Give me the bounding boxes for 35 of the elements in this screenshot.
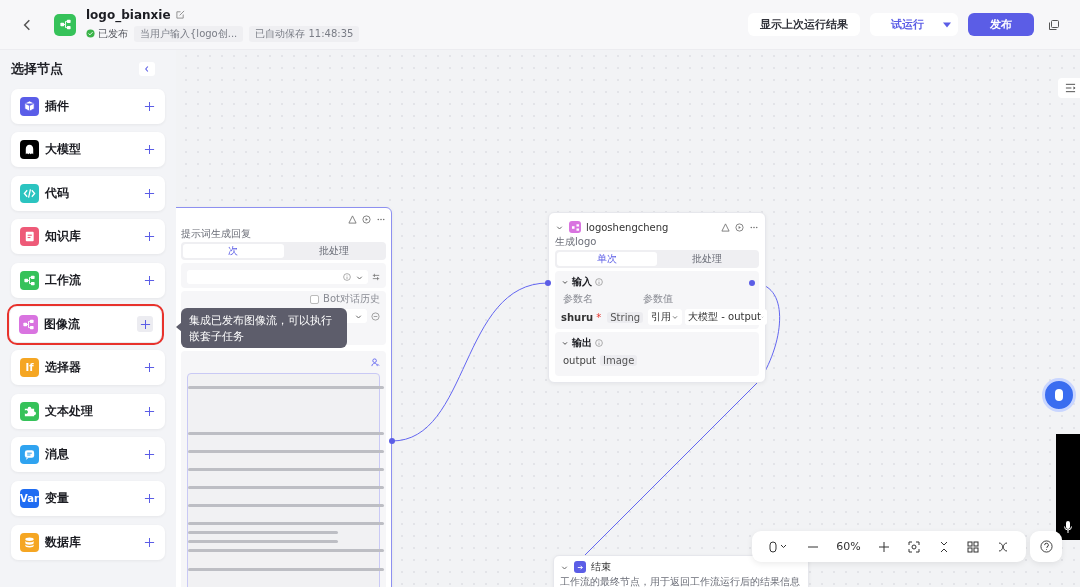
param-name: shuru [561,311,594,323]
node-description: 提示词生成回复 [181,228,252,240]
node-title: 结束 [591,560,612,574]
column-header: 参数值 [643,292,673,306]
node-type-label: 插件 [45,97,70,115]
type-tag: Image [600,355,638,366]
required-mark: * [596,311,602,323]
node-type-label: 消息 [45,446,70,464]
description-chip: 当用户输入{logo创... [134,25,244,42]
node-type-label: 代码 [45,184,70,202]
node-type-label: 图像流 [44,315,81,333]
zoom-level: 60% [836,540,861,553]
node-type-label: 工作流 [45,271,82,289]
tooltip: 集成已发布图像流，可以执行嵌套子任务 [181,308,347,348]
section-title: 输出 [572,336,592,350]
history-label: Bot对话历史 [323,292,380,306]
node-type-label: 数据库 [45,533,82,551]
section-title: 输入 [572,275,592,289]
node-type-label: 变量 [45,489,70,507]
text-icon: Var [20,488,39,508]
column-header: 参数名 [563,292,593,306]
status-label: 已发布 [86,26,128,41]
node-title: logoshengcheng [586,221,670,233]
autosave-chip: 已自动保存 11:48:35 [249,25,360,42]
node-type-label: 选择器 [45,359,82,377]
panel-title: 选择节点 [11,60,63,78]
workflow-title: logo_bianxie [86,7,171,22]
node-type-label: 知识库 [45,228,82,246]
type-tag: String [607,311,644,323]
node-description: 工作流的最终节点，用于返回工作流运行后的结果信息 [560,576,801,587]
node-type-label: 文本处理 [45,402,94,420]
text-icon: If [20,358,39,378]
node-type-label: 大模型 [45,141,82,159]
node-description: 生成logo [555,236,598,248]
param-name: output [563,355,596,366]
